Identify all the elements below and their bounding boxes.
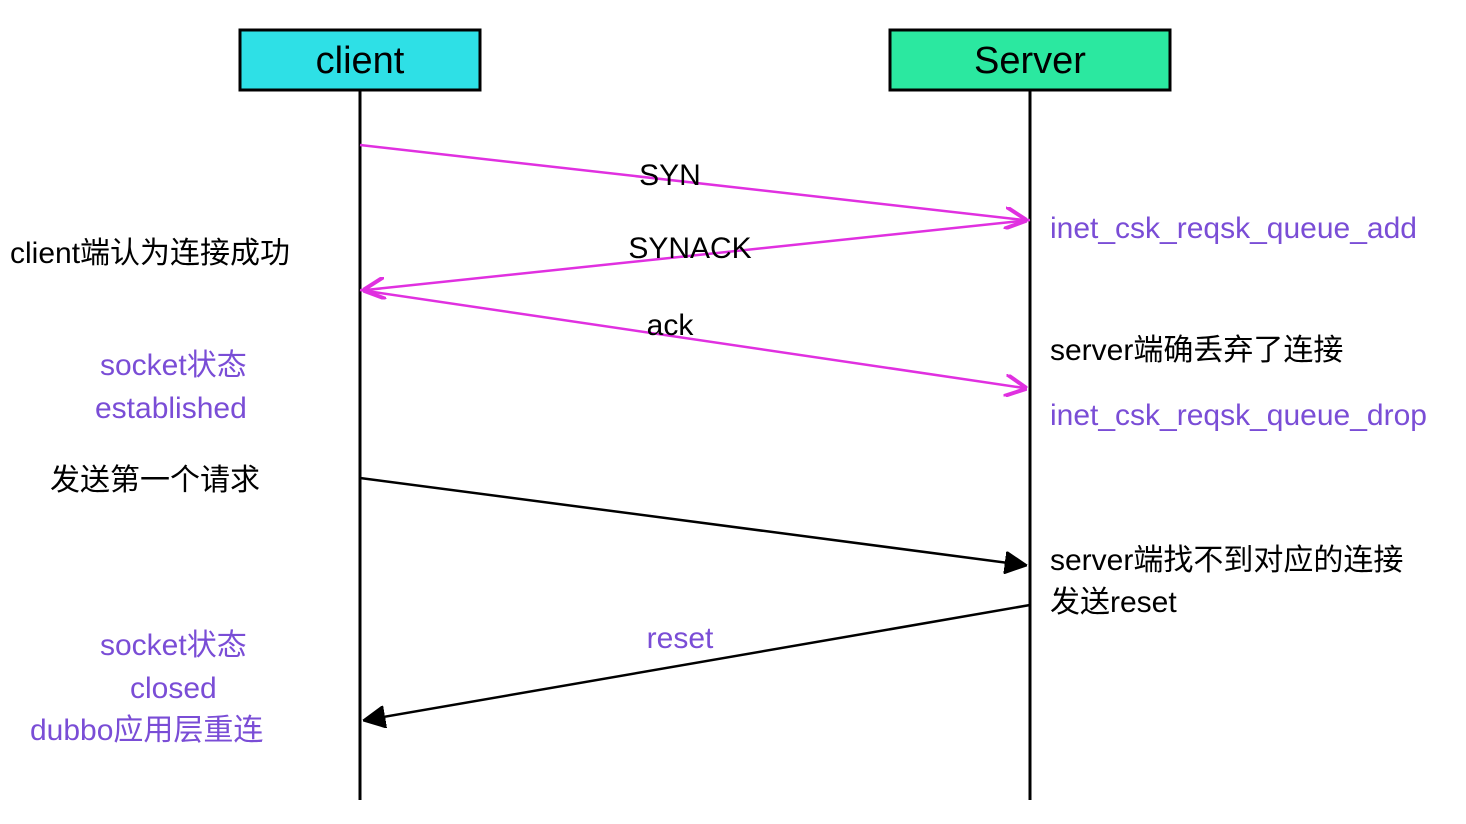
note-socket-closed-3: dubbo应用层重连 [30, 714, 263, 747]
label-reset: reset [647, 622, 714, 655]
note-server-not-found-1: server端找不到对应的连接 [1050, 544, 1403, 577]
sequence-diagram: client Server SYN inet_csk_reqsk_queue_a… [0, 0, 1466, 824]
actor-client-label: client [316, 40, 405, 82]
note-queue-drop: inet_csk_reqsk_queue_drop [1050, 399, 1427, 432]
note-send-first-request: 发送第一个请求 [50, 464, 260, 497]
note-socket-closed-2: closed [130, 672, 217, 705]
actor-server: Server [890, 30, 1170, 90]
note-queue-add: inet_csk_reqsk_queue_add [1050, 212, 1417, 245]
note-server-drop: server端确丢弃了连接 [1050, 334, 1343, 367]
label-synack: SYNACK [628, 232, 751, 265]
actor-server-label: Server [974, 40, 1086, 82]
label-ack: ack [647, 309, 695, 342]
note-socket-established-1: socket状态 [100, 349, 247, 382]
note-socket-established-2: established [95, 392, 247, 425]
actor-client: client [240, 30, 480, 90]
arrow-request [360, 478, 1024, 565]
note-server-not-found-2: 发送reset [1050, 586, 1177, 619]
label-syn: SYN [639, 159, 701, 192]
note-client-connect-ok: client端认为连接成功 [10, 237, 290, 270]
note-socket-closed-1: socket状态 [100, 629, 247, 662]
